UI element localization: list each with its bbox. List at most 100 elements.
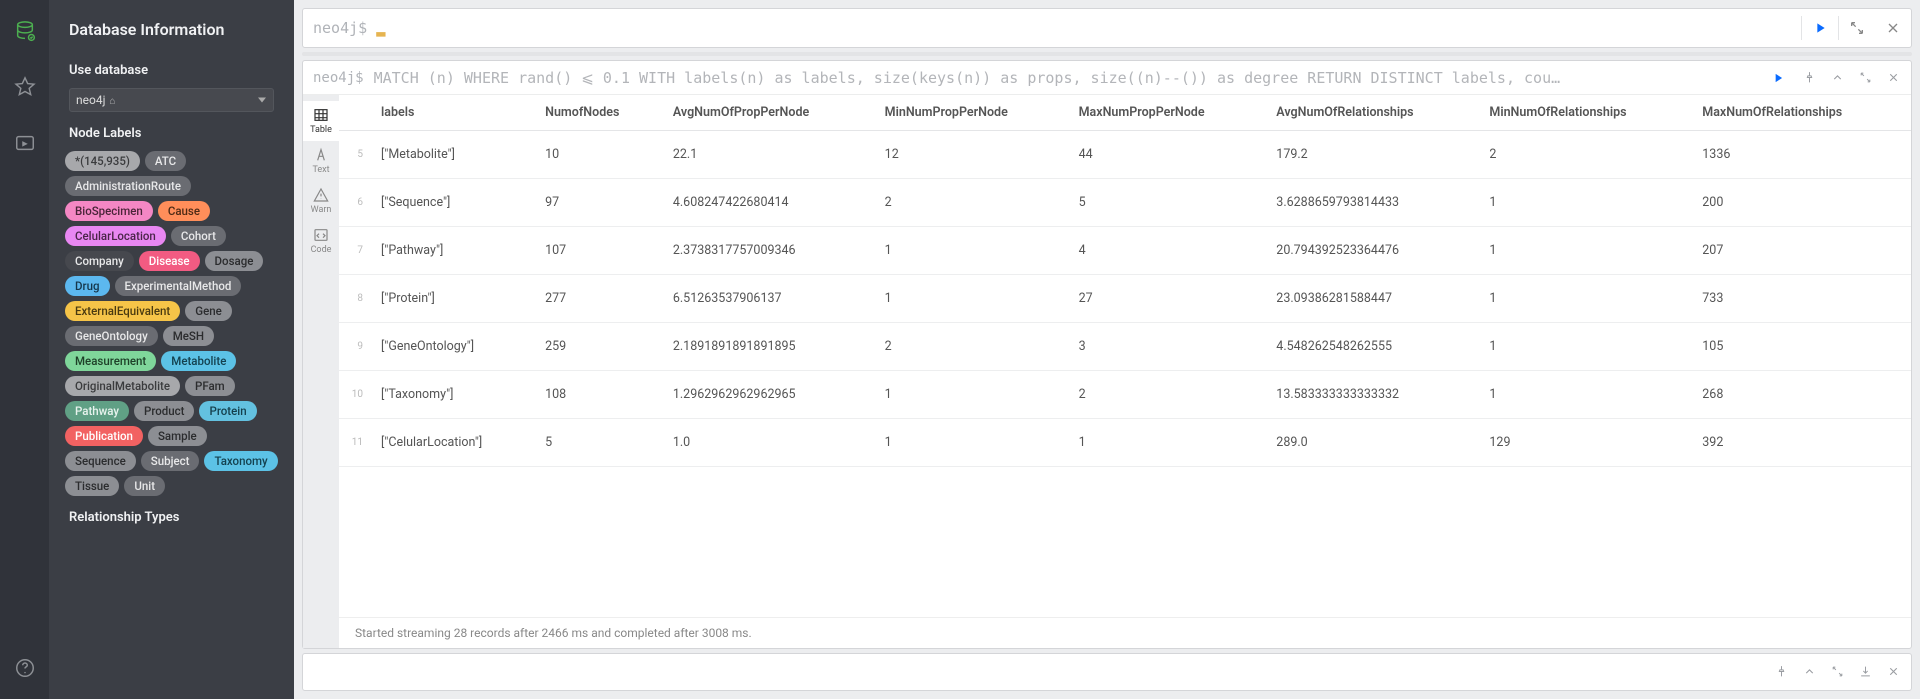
close-icon[interactable] bbox=[1879, 657, 1907, 685]
node-label-pill[interactable]: Protein bbox=[199, 401, 256, 421]
node-label-pill[interactable]: Cause bbox=[158, 201, 210, 221]
cell: 108 bbox=[537, 371, 665, 419]
results-table: labelsNumofNodesAvgNumOfPropPerNode MinNu… bbox=[339, 95, 1911, 467]
cell: 1 bbox=[1481, 371, 1694, 419]
table-row[interactable]: 7["Pathway"]1072.37383177570093461420.79… bbox=[339, 227, 1911, 275]
result-card: neo4j$ MATCH (n) WHERE rand() ⩽ 0.1 WITH… bbox=[302, 60, 1912, 649]
projects-icon[interactable] bbox=[8, 126, 42, 160]
result-tools-2 bbox=[1767, 657, 1907, 685]
help-icon[interactable] bbox=[8, 651, 42, 685]
row-number: 10 bbox=[339, 371, 373, 419]
fullscreen-button[interactable] bbox=[1839, 8, 1875, 48]
close-icon[interactable] bbox=[1879, 64, 1907, 92]
column-header: labels bbox=[373, 95, 537, 131]
icon-rail bbox=[0, 0, 49, 699]
node-label-pill[interactable]: Metabolite bbox=[161, 351, 236, 371]
node-label-pill[interactable]: Dosage bbox=[205, 251, 264, 271]
node-label-pill[interactable]: Subject bbox=[141, 451, 200, 471]
collapse-icon[interactable] bbox=[1823, 64, 1851, 92]
cell: 733 bbox=[1694, 275, 1911, 323]
view-tab-text[interactable]: Text bbox=[303, 141, 339, 181]
rerun-button[interactable] bbox=[1763, 63, 1793, 93]
row-number: 11 bbox=[339, 419, 373, 467]
cell: 1.2962962962962965 bbox=[665, 371, 877, 419]
node-label-pill[interactable]: GeneOntology bbox=[65, 326, 158, 346]
result-tools bbox=[1795, 64, 1907, 92]
sidebar: Database Information Use database neo4j⌂… bbox=[49, 0, 294, 699]
pin-icon[interactable] bbox=[1767, 657, 1795, 685]
result-query-text: MATCH (n) WHERE rand() ⩽ 0.1 WITH labels… bbox=[374, 69, 1761, 87]
table-row[interactable]: 8["Protein"]2776.5126353790613712723.093… bbox=[339, 275, 1911, 323]
node-label-pill[interactable]: Tissue bbox=[65, 476, 119, 496]
node-label-pill[interactable]: Taxonomy bbox=[204, 451, 277, 471]
result-query[interactable]: neo4j$ MATCH (n) WHERE rand() ⩽ 0.1 WITH… bbox=[303, 69, 1761, 87]
table-row[interactable]: 11["CelularLocation"]51.011289.0129392 bbox=[339, 419, 1911, 467]
table-header-row: labelsNumofNodesAvgNumOfPropPerNode MinNu… bbox=[339, 95, 1911, 131]
node-label-pill[interactable]: ExternalEquivalent bbox=[65, 301, 180, 321]
cypher-editor[interactable]: neo4j$ ▂ bbox=[302, 8, 1912, 48]
cell: 97 bbox=[537, 179, 665, 227]
expand-icon[interactable] bbox=[1823, 657, 1851, 685]
node-label-pill[interactable]: Pathway bbox=[65, 401, 129, 421]
cell: 2.3738317757009346 bbox=[665, 227, 877, 275]
node-label-pill[interactable]: Cohort bbox=[171, 226, 226, 246]
node-label-pill[interactable]: BioSpecimen bbox=[65, 201, 153, 221]
table-row[interactable]: 6["Sequence"]974.608247422680414253.6288… bbox=[339, 179, 1911, 227]
node-label-pill[interactable]: AdministrationRoute bbox=[65, 176, 191, 196]
node-label-pill[interactable]: Publication bbox=[65, 426, 143, 446]
row-number: 6 bbox=[339, 179, 373, 227]
node-label-pill[interactable]: PFam bbox=[185, 376, 235, 396]
view-tab-table[interactable]: Table bbox=[303, 101, 339, 141]
editor-buttons bbox=[1801, 8, 1911, 48]
column-header: NumofNodes bbox=[537, 95, 665, 131]
node-label-pill[interactable]: Unit bbox=[124, 476, 165, 496]
expand-icon[interactable] bbox=[1851, 64, 1879, 92]
cell: 10 bbox=[537, 131, 665, 179]
node-label-pill[interactable]: Company bbox=[65, 251, 134, 271]
collapse-icon[interactable] bbox=[1795, 657, 1823, 685]
node-label-pill[interactable]: Sequence bbox=[65, 451, 136, 471]
home-icon: ⌂ bbox=[109, 96, 115, 107]
node-label-pill[interactable]: Gene bbox=[185, 301, 232, 321]
column-header: MinNumOfRelationships bbox=[1481, 95, 1694, 131]
cell: 4.608247422680414 bbox=[665, 179, 877, 227]
cell: 179.2 bbox=[1268, 131, 1481, 179]
db-icon[interactable] bbox=[8, 14, 42, 48]
node-label-pill[interactable]: Product bbox=[134, 401, 195, 421]
node-label-pill[interactable]: MeSH bbox=[163, 326, 214, 346]
node-label-pill[interactable]: Measurement bbox=[65, 351, 156, 371]
favorites-icon[interactable] bbox=[8, 70, 42, 104]
run-button[interactable] bbox=[1802, 8, 1838, 48]
table-wrap: labelsNumofNodesAvgNumOfPropPerNode MinNu… bbox=[339, 95, 1911, 648]
table-row[interactable]: 9["GeneOntology"]2592.189189189189189523… bbox=[339, 323, 1911, 371]
download-icon[interactable] bbox=[1851, 657, 1879, 685]
status-line: Started streaming 28 records after 2466 … bbox=[339, 617, 1911, 648]
cell: 2 bbox=[877, 179, 1071, 227]
node-label-pill[interactable]: ExperimentalMethod bbox=[115, 276, 242, 296]
column-header: AvgNumOfPropPerNode bbox=[665, 95, 877, 131]
cell: ["CelularLocation"] bbox=[373, 419, 537, 467]
node-label-pill[interactable]: Sample bbox=[148, 426, 207, 446]
node-label-pill[interactable]: Drug bbox=[65, 276, 110, 296]
close-button[interactable] bbox=[1875, 8, 1911, 48]
cell: ["Sequence"] bbox=[373, 179, 537, 227]
cell: 277 bbox=[537, 275, 665, 323]
view-tab-warn[interactable]: Warn bbox=[303, 181, 339, 221]
node-labels-heading: Node Labels bbox=[49, 112, 294, 151]
editor-prompt: neo4j$ ▂ bbox=[303, 19, 395, 37]
node-label-pill[interactable]: OriginalMetabolite bbox=[65, 376, 180, 396]
cell: 129 bbox=[1481, 419, 1694, 467]
table-row[interactable]: 10["Taxonomy"]1081.29629629629629651213.… bbox=[339, 371, 1911, 419]
pin-icon[interactable] bbox=[1795, 64, 1823, 92]
table-scroll[interactable]: labelsNumofNodesAvgNumOfPropPerNode MinNu… bbox=[339, 95, 1911, 617]
table-row[interactable]: 5["Metabolite"]1022.11244179.221336 bbox=[339, 131, 1911, 179]
view-tab-code[interactable]: Code bbox=[303, 221, 339, 261]
db-select[interactable]: neo4j⌂ bbox=[69, 88, 274, 112]
node-label-pill[interactable]: ATC bbox=[145, 151, 186, 171]
node-label-pill[interactable]: Disease bbox=[139, 251, 200, 271]
view-tab-code-label: Code bbox=[311, 245, 332, 255]
cell: 1336 bbox=[1694, 131, 1911, 179]
db-select-wrap: neo4j⌂ bbox=[49, 88, 294, 112]
node-label-pill[interactable]: CelularLocation bbox=[65, 226, 166, 246]
node-label-pill[interactable]: *(145,935) bbox=[65, 151, 140, 171]
